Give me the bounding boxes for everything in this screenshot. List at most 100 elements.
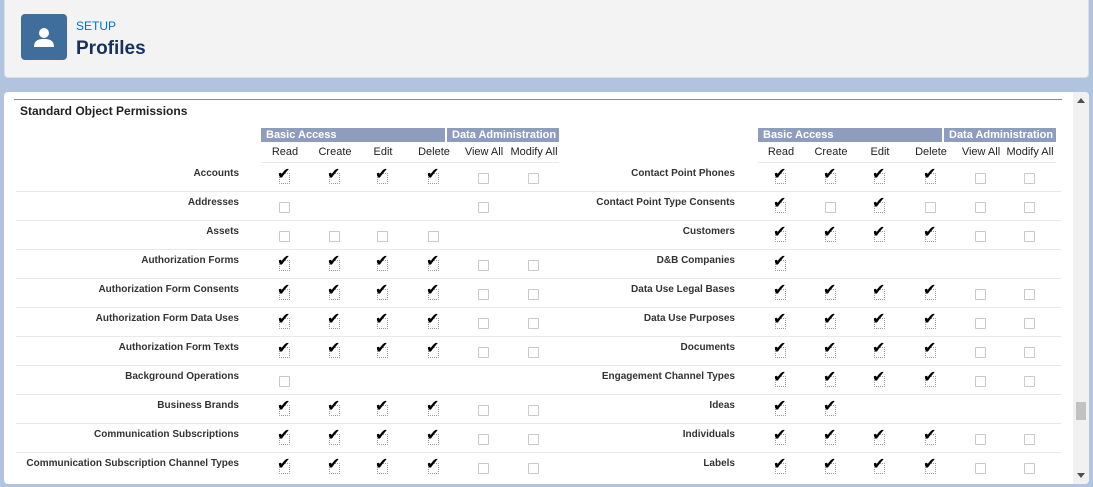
- permission-checkbox[interactable]: [525, 286, 543, 304]
- permission-checkbox[interactable]: ✔: [871, 427, 889, 449]
- permission-checkbox[interactable]: ✔: [276, 456, 294, 478]
- permission-checkbox[interactable]: ✔: [822, 427, 840, 449]
- permission-checkbox[interactable]: [1021, 170, 1039, 188]
- permission-checkbox[interactable]: [972, 315, 990, 333]
- permission-checkbox[interactable]: ✔: [822, 282, 840, 304]
- permission-checkbox[interactable]: ✔: [772, 398, 790, 420]
- permission-checkbox[interactable]: ✔: [374, 427, 392, 449]
- permission-checkbox[interactable]: ✔: [922, 311, 940, 333]
- scroll-up-arrow-icon[interactable]: [1077, 98, 1085, 103]
- permission-checkbox[interactable]: ✔: [374, 456, 392, 478]
- permission-checkbox[interactable]: ✔: [425, 398, 443, 420]
- permission-checkbox[interactable]: [1021, 431, 1039, 449]
- permission-checkbox[interactable]: ✔: [326, 427, 344, 449]
- permission-checkbox[interactable]: ✔: [425, 456, 443, 478]
- permission-checkbox[interactable]: [1021, 315, 1039, 333]
- permission-checkbox[interactable]: [525, 402, 543, 420]
- permission-checkbox[interactable]: [374, 228, 392, 246]
- permission-checkbox[interactable]: ✔: [326, 456, 344, 478]
- permission-checkbox[interactable]: ✔: [922, 282, 940, 304]
- permission-checkbox[interactable]: ✔: [871, 166, 889, 188]
- permission-checkbox[interactable]: ✔: [871, 340, 889, 362]
- permission-checkbox[interactable]: ✔: [871, 456, 889, 478]
- permission-checkbox[interactable]: ✔: [425, 282, 443, 304]
- permission-checkbox[interactable]: ✔: [871, 282, 889, 304]
- permission-checkbox[interactable]: ✔: [276, 427, 294, 449]
- permission-checkbox[interactable]: ✔: [374, 253, 392, 275]
- permission-checkbox[interactable]: ✔: [374, 340, 392, 362]
- permission-checkbox[interactable]: [525, 257, 543, 275]
- permission-checkbox[interactable]: [1021, 460, 1039, 478]
- permission-checkbox[interactable]: ✔: [374, 398, 392, 420]
- permission-checkbox[interactable]: ✔: [871, 224, 889, 246]
- permission-checkbox[interactable]: ✔: [374, 311, 392, 333]
- permission-checkbox[interactable]: ✔: [276, 340, 294, 362]
- permission-checkbox[interactable]: [1021, 199, 1039, 217]
- permission-checkbox[interactable]: [972, 460, 990, 478]
- permission-checkbox[interactable]: ✔: [772, 224, 790, 246]
- vertical-scrollbar[interactable]: [1073, 92, 1089, 484]
- permission-checkbox[interactable]: [525, 315, 543, 333]
- permission-checkbox[interactable]: [475, 344, 493, 362]
- permission-checkbox[interactable]: ✔: [772, 311, 790, 333]
- permission-checkbox[interactable]: ✔: [276, 398, 294, 420]
- permission-checkbox[interactable]: [475, 257, 493, 275]
- permission-checkbox[interactable]: [922, 199, 940, 217]
- permission-checkbox[interactable]: [972, 344, 990, 362]
- permission-checkbox[interactable]: ✔: [871, 311, 889, 333]
- permission-checkbox[interactable]: ✔: [374, 166, 392, 188]
- permission-checkbox[interactable]: ✔: [326, 253, 344, 275]
- permission-checkbox[interactable]: [822, 199, 840, 217]
- permission-checkbox[interactable]: ✔: [822, 311, 840, 333]
- permission-checkbox[interactable]: ✔: [922, 340, 940, 362]
- permission-checkbox[interactable]: ✔: [772, 369, 790, 391]
- permission-checkbox[interactable]: ✔: [326, 398, 344, 420]
- permission-checkbox[interactable]: ✔: [922, 456, 940, 478]
- permission-checkbox[interactable]: [525, 170, 543, 188]
- permission-checkbox[interactable]: [525, 431, 543, 449]
- permission-checkbox[interactable]: ✔: [326, 166, 344, 188]
- permission-checkbox[interactable]: ✔: [276, 253, 294, 275]
- permission-checkbox[interactable]: [475, 199, 493, 217]
- permission-checkbox[interactable]: ✔: [871, 369, 889, 391]
- permission-checkbox[interactable]: [972, 431, 990, 449]
- permission-checkbox[interactable]: ✔: [772, 195, 790, 217]
- permission-checkbox[interactable]: [972, 170, 990, 188]
- permission-checkbox[interactable]: ✔: [822, 456, 840, 478]
- permission-checkbox[interactable]: ✔: [276, 282, 294, 304]
- permission-checkbox[interactable]: ✔: [772, 456, 790, 478]
- permission-checkbox[interactable]: [972, 199, 990, 217]
- permission-checkbox[interactable]: [972, 373, 990, 391]
- permission-checkbox[interactable]: [475, 315, 493, 333]
- permission-checkbox[interactable]: ✔: [772, 282, 790, 304]
- scroll-down-arrow-icon[interactable]: [1077, 473, 1085, 478]
- permission-checkbox[interactable]: ✔: [425, 427, 443, 449]
- permission-checkbox[interactable]: [1021, 286, 1039, 304]
- permission-checkbox[interactable]: ✔: [326, 311, 344, 333]
- permission-checkbox[interactable]: ✔: [276, 311, 294, 333]
- permission-checkbox[interactable]: [475, 460, 493, 478]
- permission-checkbox[interactable]: [1021, 373, 1039, 391]
- permission-checkbox[interactable]: ✔: [425, 311, 443, 333]
- permission-checkbox[interactable]: ✔: [772, 166, 790, 188]
- permission-checkbox[interactable]: ✔: [922, 427, 940, 449]
- permission-checkbox[interactable]: ✔: [922, 224, 940, 246]
- permission-checkbox[interactable]: ✔: [922, 369, 940, 391]
- permission-checkbox[interactable]: [972, 228, 990, 246]
- permission-checkbox[interactable]: [1021, 228, 1039, 246]
- permission-checkbox[interactable]: [525, 344, 543, 362]
- setup-breadcrumb[interactable]: SETUP: [76, 19, 116, 33]
- permission-checkbox[interactable]: [972, 286, 990, 304]
- permission-checkbox[interactable]: [475, 286, 493, 304]
- permission-checkbox[interactable]: ✔: [922, 166, 940, 188]
- permission-checkbox[interactable]: ✔: [425, 166, 443, 188]
- permission-checkbox[interactable]: ✔: [772, 340, 790, 362]
- permission-checkbox[interactable]: ✔: [822, 340, 840, 362]
- permission-checkbox[interactable]: ✔: [326, 282, 344, 304]
- permission-checkbox[interactable]: [425, 228, 443, 246]
- permission-checkbox[interactable]: ✔: [374, 282, 392, 304]
- scroll-thumb[interactable]: [1076, 402, 1086, 420]
- permission-checkbox[interactable]: ✔: [822, 224, 840, 246]
- permission-checkbox[interactable]: ✔: [772, 253, 790, 275]
- permission-checkbox[interactable]: [475, 431, 493, 449]
